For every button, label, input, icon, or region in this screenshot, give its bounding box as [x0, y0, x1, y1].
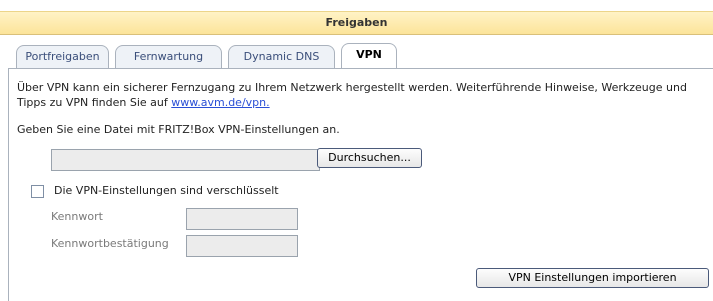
password-confirm-label: Kennwortbestätigung — [51, 237, 169, 250]
intro-text: Über VPN kann ein sicherer Fernzugang zu… — [17, 81, 687, 109]
tab-vpn[interactable]: VPN — [341, 43, 397, 68]
password-confirm-field[interactable] — [186, 235, 298, 257]
password-label: Kennwort — [51, 210, 103, 223]
password-field[interactable] — [186, 208, 298, 230]
import-vpn-settings-button[interactable]: VPN Einstellungen importieren — [476, 268, 709, 288]
avm-vpn-link[interactable]: www.avm.de/vpn. — [171, 96, 269, 109]
freigaben-panel: Freigaben Portfreigaben Fernwartung Dyna… — [0, 0, 713, 301]
file-prompt: Geben Sie eine Datei mit FRITZ!Box VPN-E… — [17, 123, 340, 136]
file-path-input[interactable] — [51, 149, 320, 171]
tab-fernwartung[interactable]: Fernwartung — [115, 45, 222, 68]
tab-portfreigaben[interactable]: Portfreigaben — [16, 45, 109, 68]
intro-paragraph: Über VPN kann ein sicherer Fernzugang zu… — [17, 80, 707, 110]
tab-dynamic-dns[interactable]: Dynamic DNS — [228, 45, 335, 68]
encrypted-checkbox-label: Die VPN-Einstellungen sind verschlüsselt — [54, 184, 279, 197]
browse-button[interactable]: Durchsuchen... — [317, 148, 422, 168]
panel-title: Freigaben — [0, 11, 713, 35]
encrypted-checkbox[interactable] — [31, 185, 44, 198]
